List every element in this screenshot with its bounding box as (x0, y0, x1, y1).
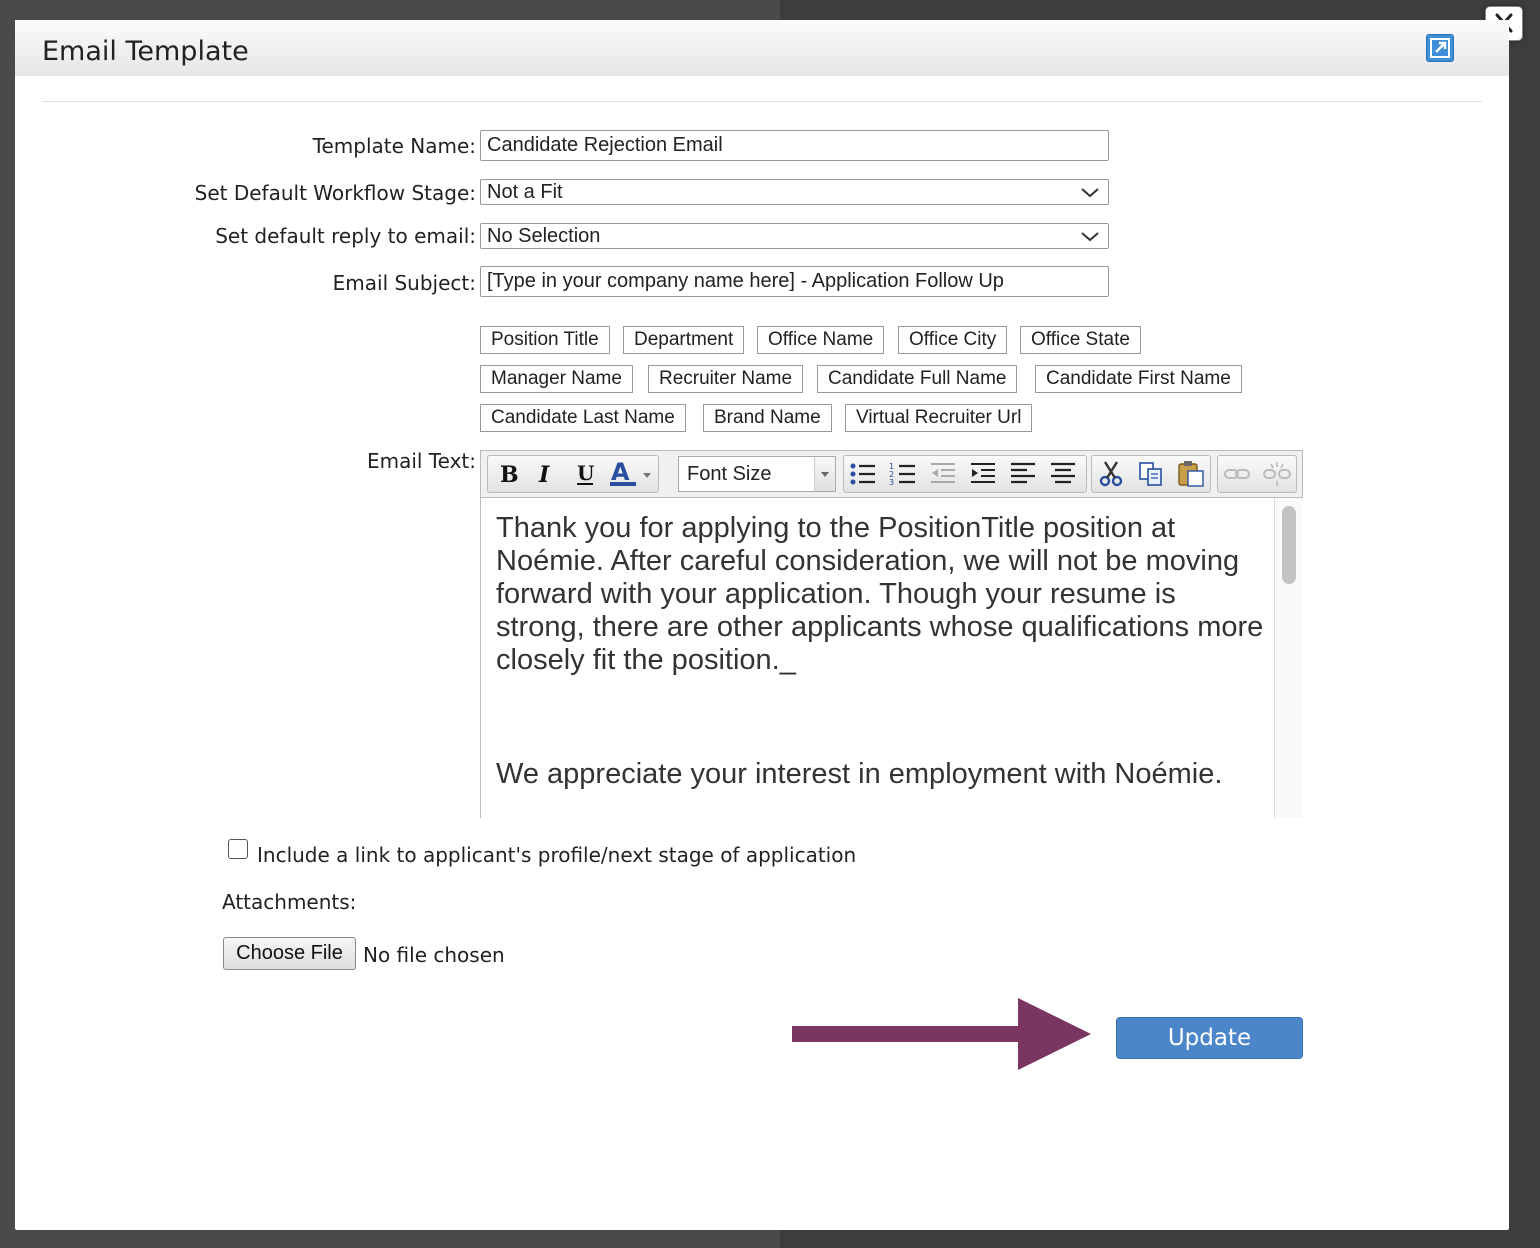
token-button[interactable]: Position Title (480, 326, 610, 354)
token-button[interactable]: Office City (898, 326, 1008, 354)
bold-icon: B (500, 462, 519, 486)
arrow-annotation-icon (792, 998, 1091, 1070)
email-paragraph: Thank you for applying to the PositionTi… (496, 512, 1264, 676)
list-align-group: 123 (843, 455, 1087, 493)
align-left-icon (1011, 462, 1035, 484)
numbered-list-button[interactable]: 123 (884, 456, 922, 492)
indent-icon (971, 463, 995, 483)
unlink-button[interactable] (1258, 456, 1296, 492)
italic-button[interactable]: I (526, 456, 564, 492)
scissors-icon (1099, 461, 1123, 487)
bullet-list-icon (850, 463, 875, 485)
chevron-down-icon (821, 472, 829, 477)
token-button[interactable]: Recruiter Name (648, 365, 804, 393)
workflow-stage-label: Set Default Workflow Stage: (194, 181, 476, 205)
unlink-icon (1263, 462, 1291, 486)
text-color-icon: A (610, 459, 651, 486)
reply-to-label: Set default reply to email: (215, 224, 476, 248)
underline-icon: U (577, 461, 594, 485)
include-link-label: Include a link to applicant's profile/ne… (257, 843, 857, 867)
svg-text:B: B (500, 462, 519, 486)
token-button[interactable]: Brand Name (703, 404, 832, 432)
indent-button[interactable] (964, 456, 1002, 492)
svg-text:A: A (611, 459, 630, 486)
token-button[interactable]: Candidate Full Name (817, 365, 1018, 393)
svg-text:3: 3 (889, 478, 894, 487)
outdent-button[interactable] (924, 456, 962, 492)
italic-icon: I (538, 462, 550, 486)
token-button[interactable]: Office Name (757, 326, 885, 354)
outdent-icon (931, 463, 955, 483)
workflow-stage-select[interactable]: Not a Fit (480, 179, 1109, 205)
svg-text:U: U (577, 461, 594, 485)
expand-icon (1430, 38, 1450, 58)
underline-button[interactable]: U (566, 456, 604, 492)
email-template-modal: Email Template Template Name: Candidate … (15, 20, 1509, 1230)
align-center-icon (1051, 462, 1075, 484)
subject-label: Email Subject: (332, 271, 476, 295)
editor-toolbar: B I U A Font Size 1 2 3 (480, 450, 1303, 498)
no-file-chosen-text: No file chosen (363, 943, 505, 967)
clipboard-group (1091, 455, 1211, 493)
scrollbar-thumb[interactable] (1282, 506, 1296, 584)
align-left-button[interactable] (1004, 456, 1042, 492)
copy-icon (1139, 462, 1162, 486)
numbered-list-icon: 123 (889, 462, 915, 487)
include-link-checkbox[interactable] (228, 839, 248, 859)
update-template-button[interactable]: Update Template (1116, 1017, 1303, 1091)
token-button[interactable]: Manager Name (480, 365, 633, 393)
svg-text:I: I (538, 462, 550, 486)
bold-button[interactable]: B (488, 456, 526, 492)
token-button[interactable]: Office State (1020, 326, 1141, 354)
modal-title: Email Template (42, 36, 249, 67)
token-button[interactable]: Candidate First Name (1035, 365, 1242, 393)
rich-text-editor: B I U A Font Size 1 2 3 Thank you for ap… (480, 450, 1303, 818)
reply-to-select[interactable]: No Selection (480, 223, 1109, 249)
link-button[interactable] (1218, 456, 1256, 492)
copy-button[interactable] (1132, 456, 1170, 492)
token-button[interactable]: Candidate Last Name (480, 404, 686, 432)
paste-button[interactable] (1172, 456, 1210, 492)
email-text-label: Email Text: (366, 449, 476, 473)
editor-scrollbar[interactable] (1274, 498, 1303, 818)
link-group (1217, 455, 1297, 493)
cut-button[interactable] (1092, 456, 1130, 492)
font-size-dropdown (814, 457, 835, 491)
workflow-stage-value: Not a Fit (487, 181, 563, 203)
link-icon (1224, 469, 1250, 479)
expand-button[interactable] (1426, 34, 1454, 62)
text-color-button[interactable]: A (606, 456, 658, 492)
paste-icon (1178, 461, 1204, 487)
align-center-button[interactable] (1044, 456, 1082, 492)
email-paragraph: We appreciate your interest in employmen… (496, 758, 1223, 790)
format-group: B I U A (487, 455, 659, 493)
bullet-list-button[interactable] (844, 456, 882, 492)
token-button[interactable]: Virtual Recruiter Url (845, 404, 1033, 432)
chevron-down-icon (1081, 232, 1099, 242)
template-name-label: Template Name: (312, 134, 476, 158)
font-size-select[interactable]: Font Size (678, 456, 836, 492)
template-name-input[interactable]: Candidate Rejection Email (480, 130, 1109, 161)
email-body-text[interactable]: Thank you for applying to the PositionTi… (496, 512, 1266, 791)
modal-header: Email Template (15, 20, 1509, 76)
subject-input[interactable]: [Type in your company name here] - Appli… (480, 266, 1109, 297)
editor-content-area[interactable]: Thank you for applying to the PositionTi… (480, 498, 1303, 818)
choose-file-button[interactable]: Choose File (223, 937, 356, 970)
header-divider (42, 101, 1482, 102)
chevron-down-icon (1081, 188, 1099, 198)
token-button[interactable]: Department (623, 326, 745, 354)
font-size-label: Font Size (687, 463, 772, 485)
attachments-label: Attachments: (222, 890, 357, 914)
reply-to-value: No Selection (487, 225, 601, 247)
